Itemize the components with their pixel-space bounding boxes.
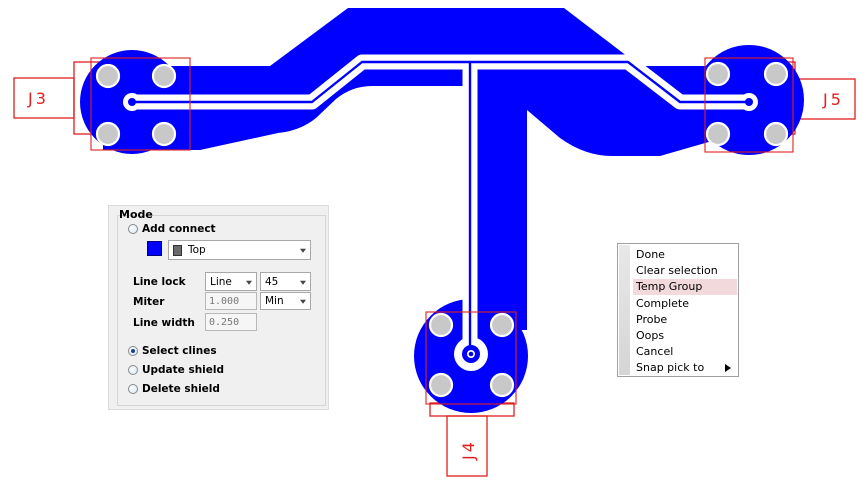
line-lock-type-select[interactable]: Line — [205, 272, 257, 291]
mode-title: Mode — [119, 208, 153, 221]
select-clines-label: Select clines — [142, 345, 217, 357]
line-width-field[interactable]: 0.250 — [205, 313, 257, 331]
menu-item-probe[interactable]: Probe — [636, 312, 736, 328]
miter-unit-select[interactable]: Min — [260, 292, 311, 310]
chevron-down-icon — [300, 299, 306, 304]
ref-j3: J3 — [27, 89, 49, 108]
update-shield-option[interactable]: Update shield — [128, 364, 224, 376]
ref-j4: J4 — [459, 439, 478, 461]
chevron-down-icon — [300, 248, 306, 253]
select-clines-option[interactable]: Select clines — [128, 345, 217, 357]
layer-select-value: Top — [188, 244, 206, 256]
delete-shield-radio[interactable] — [128, 384, 138, 394]
context-menu-gutter — [619, 245, 630, 375]
select-clines-radio[interactable] — [128, 346, 138, 356]
menu-item-clear-selection[interactable]: Clear selection — [636, 263, 736, 279]
delete-shield-label: Delete shield — [142, 383, 220, 395]
chevron-down-icon — [246, 280, 252, 285]
miter-unit-value: Min — [265, 295, 284, 307]
menu-item-cancel[interactable]: Cancel — [636, 344, 736, 360]
menu-item-snap-pick-to[interactable]: Snap pick to — [636, 360, 736, 376]
add-connect-option[interactable]: Add connect — [128, 223, 216, 235]
ref-j5: J5 — [822, 90, 844, 109]
line-lock-label: Line lock — [133, 276, 186, 288]
miter-value: 1.000 — [209, 295, 240, 307]
menu-item-done[interactable]: Done — [636, 247, 736, 263]
miter-label: Miter — [133, 296, 165, 308]
mode-panel: Mode Add connect Top Line lock Line 45 M… — [108, 205, 329, 410]
layer-select[interactable]: Top — [168, 240, 311, 260]
menu-item-complete[interactable]: Complete — [636, 296, 736, 312]
miter-field[interactable]: 1.000 — [205, 292, 257, 310]
add-connect-label: Add connect — [142, 223, 216, 235]
delete-shield-option[interactable]: Delete shield — [128, 383, 220, 395]
menu-item-temp-group[interactable]: Temp Group — [633, 279, 737, 295]
chevron-down-icon — [300, 280, 306, 285]
line-width-value: 0.250 — [209, 316, 240, 328]
chevron-right-icon — [725, 364, 731, 372]
add-connect-radio[interactable] — [128, 224, 138, 234]
layer-color-swatch[interactable] — [147, 241, 162, 256]
context-menu: Done Clear selection Temp Group Complete… — [617, 243, 739, 377]
layer-color-chip-icon — [173, 244, 182, 256]
menu-item-oops[interactable]: Oops — [636, 328, 736, 344]
line-lock-angle-value: 45 — [265, 275, 279, 288]
line-lock-type-value: Line — [210, 275, 232, 288]
line-lock-angle-select[interactable]: 45 — [260, 272, 311, 291]
line-width-label: Line width — [133, 317, 195, 329]
update-shield-label: Update shield — [142, 364, 225, 376]
update-shield-radio[interactable] — [128, 365, 138, 375]
